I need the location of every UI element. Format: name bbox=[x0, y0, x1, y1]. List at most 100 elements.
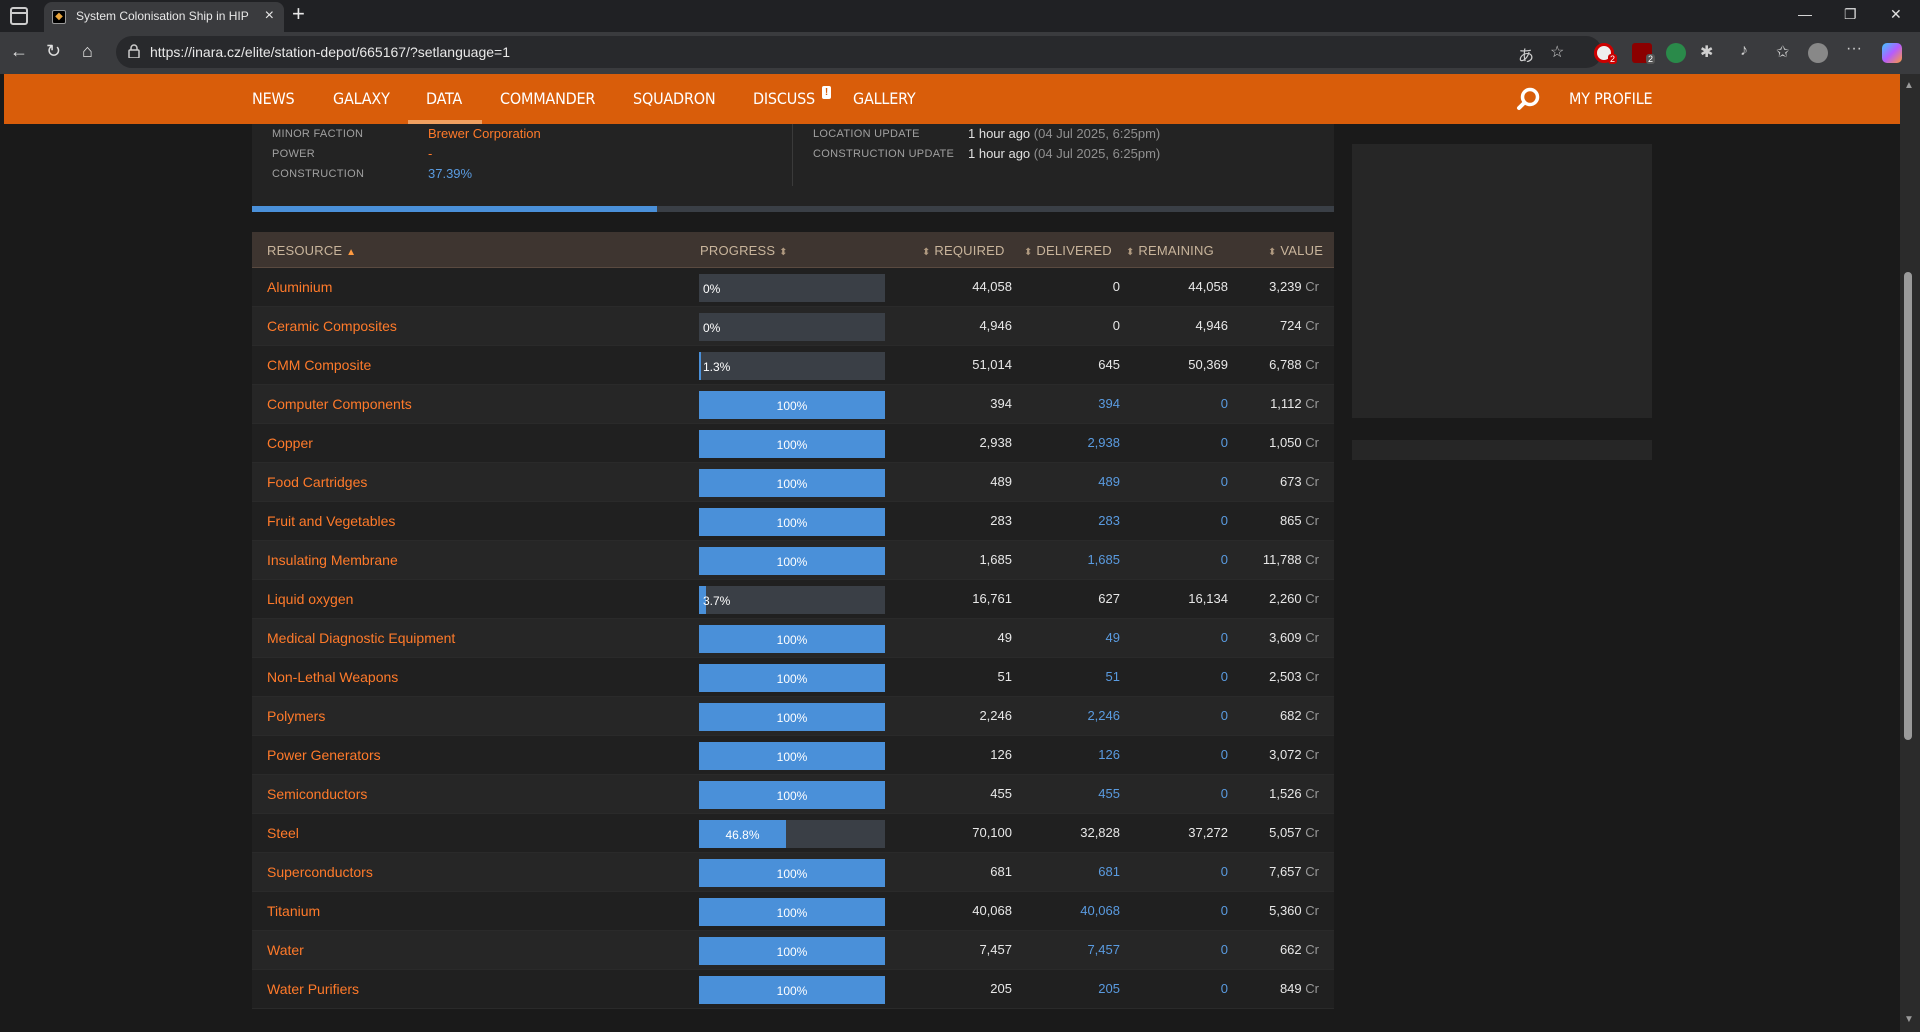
home-icon[interactable]: ⌂ bbox=[82, 41, 93, 62]
table-row: Polymers 100% 2,246 2,246 0 682 Cr bbox=[252, 697, 1334, 736]
table-row: Water Purifiers 100% 205 205 0 849 Cr bbox=[252, 970, 1334, 1009]
resource-name-link[interactable]: Liquid oxygen bbox=[267, 591, 353, 607]
resource-name-link[interactable]: Titanium bbox=[267, 903, 320, 919]
resource-name-link[interactable]: Superconductors bbox=[267, 864, 373, 880]
resource-progress-bar: 100% bbox=[699, 625, 885, 653]
resource-progress-bar: 0% bbox=[699, 274, 885, 302]
remaining-value: 0 bbox=[1220, 513, 1228, 528]
resource-progress-label: 1.3% bbox=[703, 360, 731, 374]
resource-name-link[interactable]: Computer Components bbox=[267, 396, 412, 412]
table-row: Semiconductors 100% 455 455 0 1,526 Cr bbox=[252, 775, 1334, 814]
minor-faction-link[interactable]: Brewer Corporation bbox=[428, 126, 541, 141]
nav-squadron[interactable]: SQUADRON bbox=[633, 89, 716, 108]
minimize-icon[interactable]: — bbox=[1798, 6, 1812, 22]
performance-icon[interactable]: ♪ bbox=[1740, 42, 1748, 60]
tab-actions-icon[interactable] bbox=[10, 7, 28, 25]
remaining-value: 16,134 bbox=[1188, 591, 1228, 606]
scroll-down-icon[interactable]: ▼ bbox=[1904, 1014, 1914, 1025]
nav-data[interactable]: DATA bbox=[426, 89, 462, 108]
browser-tabstrip: ◆ System Colonisation Ship in HIP 2 × + … bbox=[0, 0, 1920, 32]
required-value: 394 bbox=[990, 396, 1012, 411]
nav-discuss[interactable]: DISCUSS bbox=[753, 89, 815, 108]
resource-name-link[interactable]: Non-Lethal Weapons bbox=[267, 669, 398, 685]
resource-progress-label: 100% bbox=[776, 672, 808, 686]
address-bar[interactable]: https://inara.cz/elite/station-depot/665… bbox=[116, 36, 1602, 68]
resource-name-link[interactable]: Medical Diagnostic Equipment bbox=[267, 630, 455, 646]
extensions-puzzle-icon[interactable]: ✱ bbox=[1700, 42, 1713, 62]
resource-progress-bar: 1.3% bbox=[699, 352, 885, 380]
sort-icon: ⬍ bbox=[1024, 247, 1033, 258]
resource-name-link[interactable]: Steel bbox=[267, 825, 299, 841]
resource-name-link[interactable]: Power Generators bbox=[267, 747, 381, 763]
remaining-value: 0 bbox=[1220, 942, 1228, 957]
back-icon[interactable]: ← bbox=[10, 41, 28, 62]
required-value: 2,938 bbox=[979, 435, 1012, 450]
restore-icon[interactable]: ❐ bbox=[1844, 6, 1857, 23]
new-tab-icon[interactable]: + bbox=[292, 1, 305, 27]
nav-my-profile[interactable]: MY PROFILE bbox=[1569, 89, 1653, 108]
translate-icon[interactable]: あ bbox=[1518, 42, 1534, 66]
favorites-icon[interactable]: ✩ bbox=[1776, 42, 1789, 62]
favorite-star-icon[interactable]: ☆ bbox=[1550, 42, 1564, 62]
more-menu-icon[interactable]: ··· bbox=[1846, 40, 1862, 58]
resource-progress-bar: 0% bbox=[699, 313, 885, 341]
resource-name-link[interactable]: CMM Composite bbox=[267, 357, 371, 373]
resource-name-link[interactable]: Ceramic Composites bbox=[267, 318, 397, 334]
remaining-value: 44,058 bbox=[1188, 279, 1228, 294]
header-delivered[interactable]: ⬍ DELIVERED bbox=[1024, 243, 1112, 258]
browser-tab[interactable]: ◆ System Colonisation Ship in HIP 2 × bbox=[44, 2, 284, 32]
resource-name-link[interactable]: Polymers bbox=[267, 708, 325, 724]
table-row: Water 100% 7,457 7,457 0 662 Cr bbox=[252, 931, 1334, 970]
location-update-value: 1 hour ago (04 Jul 2025, 6:25pm) bbox=[968, 126, 1161, 141]
scroll-up-icon[interactable]: ▲ bbox=[1904, 80, 1914, 91]
resource-name-link[interactable]: Food Cartridges bbox=[267, 474, 367, 490]
window-close-icon[interactable]: ✕ bbox=[1890, 6, 1902, 23]
resource-name-link[interactable]: Insulating Membrane bbox=[267, 552, 398, 568]
tab-close-icon[interactable]: × bbox=[265, 7, 274, 25]
resource-progress-bar: 100% bbox=[699, 859, 885, 887]
lock-icon bbox=[128, 44, 140, 58]
header-value[interactable]: ⬍ VALUE bbox=[1268, 243, 1323, 258]
resource-name-link[interactable]: Copper bbox=[267, 435, 313, 451]
value-cell: 2,260 Cr bbox=[1269, 591, 1319, 606]
value-cell: 724 Cr bbox=[1279, 318, 1319, 333]
resource-name-link[interactable]: Semiconductors bbox=[267, 786, 367, 802]
extension-icon-3[interactable] bbox=[1666, 43, 1686, 63]
required-value: 51,014 bbox=[972, 357, 1012, 372]
header-resource[interactable]: RESOURCE ▲ bbox=[267, 243, 356, 258]
header-remaining[interactable]: ⬍ REMAINING bbox=[1126, 243, 1214, 258]
resource-table: RESOURCE ▲ PROGRESS ⬍ ⬍ REQUIRED ⬍ DELIV… bbox=[252, 232, 1334, 1009]
minor-faction-label: MINOR FACTION bbox=[272, 128, 364, 140]
remaining-value: 0 bbox=[1220, 981, 1228, 996]
resource-progress-label: 100% bbox=[776, 477, 808, 491]
resource-name-link[interactable]: Fruit and Vegetables bbox=[267, 513, 395, 529]
scrollbar-thumb[interactable] bbox=[1904, 272, 1912, 740]
resource-name-link[interactable]: Aluminium bbox=[267, 279, 332, 295]
resource-progress-label: 100% bbox=[776, 711, 808, 725]
value-cell: 2,503 Cr bbox=[1269, 669, 1319, 684]
nav-news[interactable]: NEWS bbox=[252, 89, 295, 108]
resource-progress-bar: 100% bbox=[699, 898, 885, 926]
nav-commander[interactable]: COMMANDER bbox=[500, 89, 595, 108]
header-progress[interactable]: PROGRESS ⬍ bbox=[700, 243, 788, 258]
profile-avatar-icon[interactable] bbox=[1808, 43, 1828, 63]
resource-progress-bar: 46.8% bbox=[699, 820, 885, 848]
resource-progress-label: 100% bbox=[776, 555, 808, 569]
resource-progress-label: 0% bbox=[703, 282, 721, 296]
search-icon[interactable] bbox=[1516, 86, 1542, 112]
resource-progress-bar: 100% bbox=[699, 469, 885, 497]
header-required[interactable]: ⬍ REQUIRED bbox=[922, 243, 1005, 258]
value-cell: 1,526 Cr bbox=[1269, 786, 1319, 801]
resource-name-link[interactable]: Water bbox=[267, 942, 304, 958]
construction-update-label: CONSTRUCTION UPDATE bbox=[813, 148, 955, 160]
reload-icon[interactable]: ↻ bbox=[46, 41, 61, 62]
table-row: Titanium 100% 40,068 40,068 0 5,360 Cr bbox=[252, 892, 1334, 931]
resource-name-link[interactable]: Water Purifiers bbox=[267, 981, 359, 997]
value-cell: 849 Cr bbox=[1279, 981, 1319, 996]
resource-progress-label: 46.8% bbox=[725, 828, 760, 842]
required-value: 44,058 bbox=[972, 279, 1012, 294]
resource-progress-bar: 3.7% bbox=[699, 586, 885, 614]
nav-gallery[interactable]: GALLERY bbox=[853, 89, 916, 108]
copilot-icon[interactable] bbox=[1882, 43, 1902, 63]
nav-galaxy[interactable]: GALAXY bbox=[333, 89, 390, 108]
